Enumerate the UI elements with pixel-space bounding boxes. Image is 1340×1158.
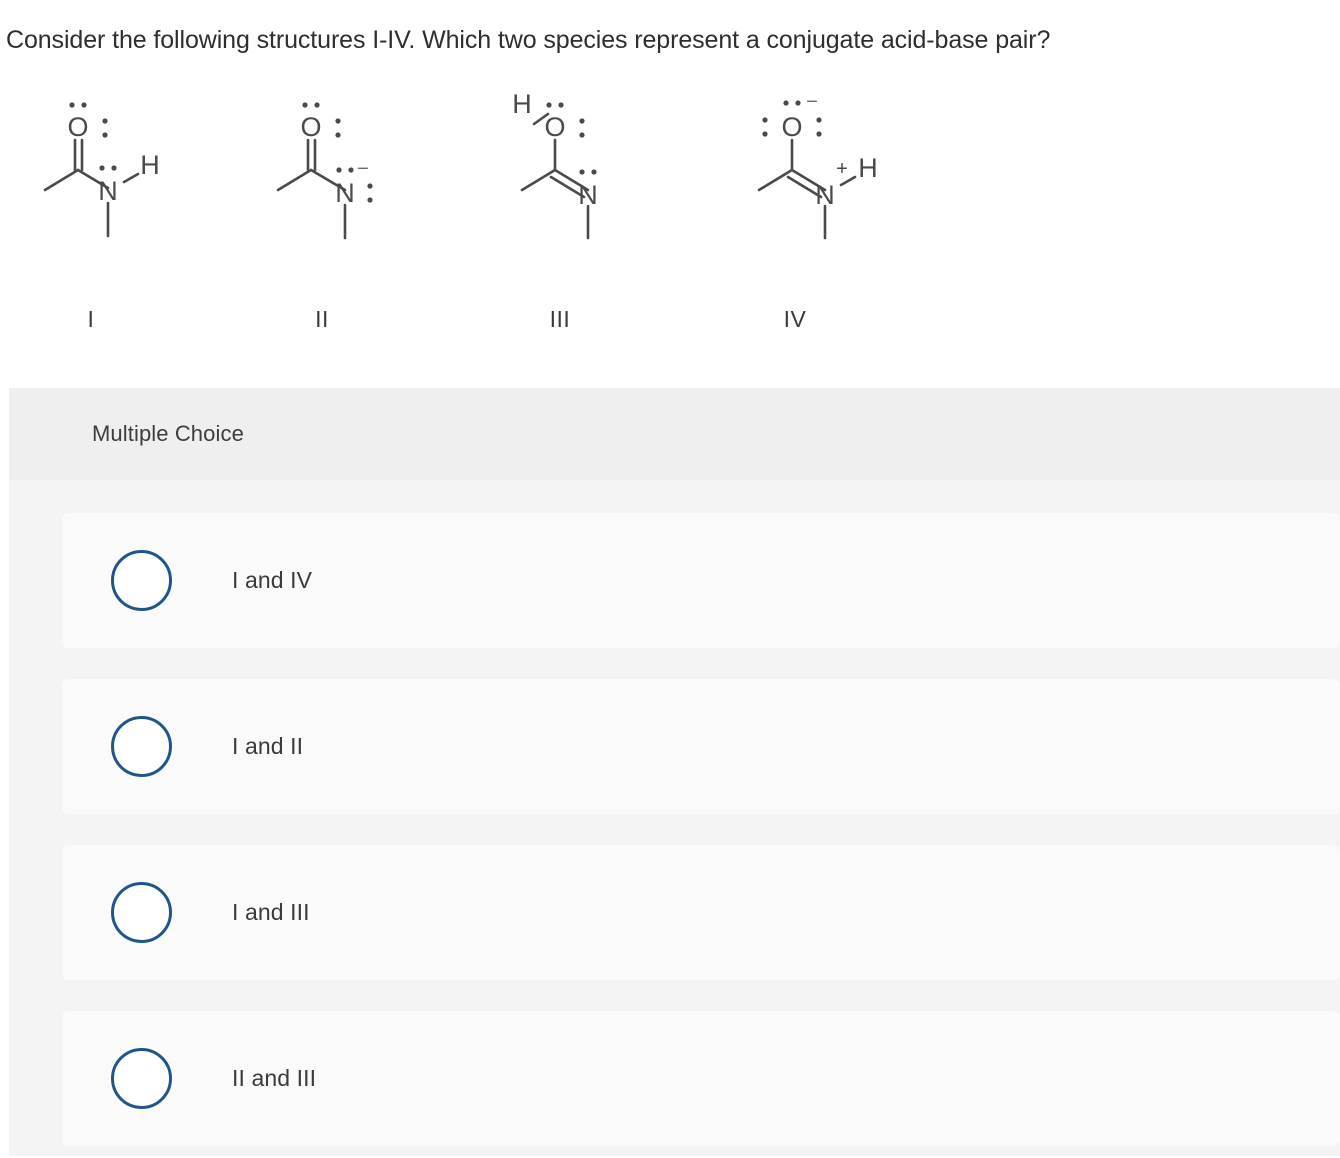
option-row-4[interactable]: II and III <box>62 1011 1340 1146</box>
structure-I: O N H <box>20 78 250 268</box>
structure-IV: O − N + H <box>730 78 960 268</box>
structure-II: O N − <box>250 78 480 268</box>
atom-nitrogen: N <box>578 180 598 210</box>
atom-hydrogen: H <box>140 150 160 180</box>
options-list: I and IV I and II I and III II and III <box>9 480 1340 1156</box>
structure-label-IV: IV <box>783 306 807 332</box>
option-label-4: II and III <box>232 1065 317 1091</box>
radio-button-icon[interactable] <box>111 1048 172 1109</box>
option-label-1: I and IV <box>232 567 313 593</box>
option-row-1[interactable]: I and IV <box>62 513 1340 648</box>
atom-nitrogen: N <box>815 180 835 210</box>
answer-panel: Multiple Choice I and IV I and II I and … <box>9 388 1340 1156</box>
atom-hydrogen: H <box>858 153 878 183</box>
atom-oxygen: O <box>544 112 565 142</box>
option-label-3: I and III <box>232 899 310 925</box>
charge-positive: + <box>836 158 848 180</box>
option-label-2: I and II <box>232 733 304 759</box>
atom-oxygen: O <box>67 112 88 142</box>
atom-oxygen: O <box>781 112 802 142</box>
structure-III: H O N <box>492 78 722 268</box>
charge-negative: − <box>806 91 818 113</box>
question-type-label: Multiple Choice <box>92 421 244 446</box>
charge-negative: − <box>357 158 369 180</box>
structure-label-III: III <box>549 306 571 332</box>
radio-button-icon[interactable] <box>111 882 172 943</box>
atom-hydrogen: H <box>512 89 532 119</box>
page-title: Consider the following structures I-IV. … <box>6 26 1051 54</box>
structure-label-II: II <box>315 306 329 332</box>
option-row-3[interactable]: I and III <box>62 845 1340 980</box>
panel-header: Multiple Choice <box>9 388 1340 480</box>
structure-label-I: I <box>87 306 95 332</box>
atom-nitrogen: N <box>335 178 355 208</box>
radio-button-icon[interactable] <box>111 716 172 777</box>
radio-button-icon[interactable] <box>111 550 172 611</box>
atom-oxygen: O <box>300 112 321 142</box>
structures-figure: O N H O N − H O N O − N + H I II III IV <box>0 78 1000 332</box>
option-row-2[interactable]: I and II <box>62 679 1340 814</box>
atom-nitrogen: N <box>98 176 118 206</box>
